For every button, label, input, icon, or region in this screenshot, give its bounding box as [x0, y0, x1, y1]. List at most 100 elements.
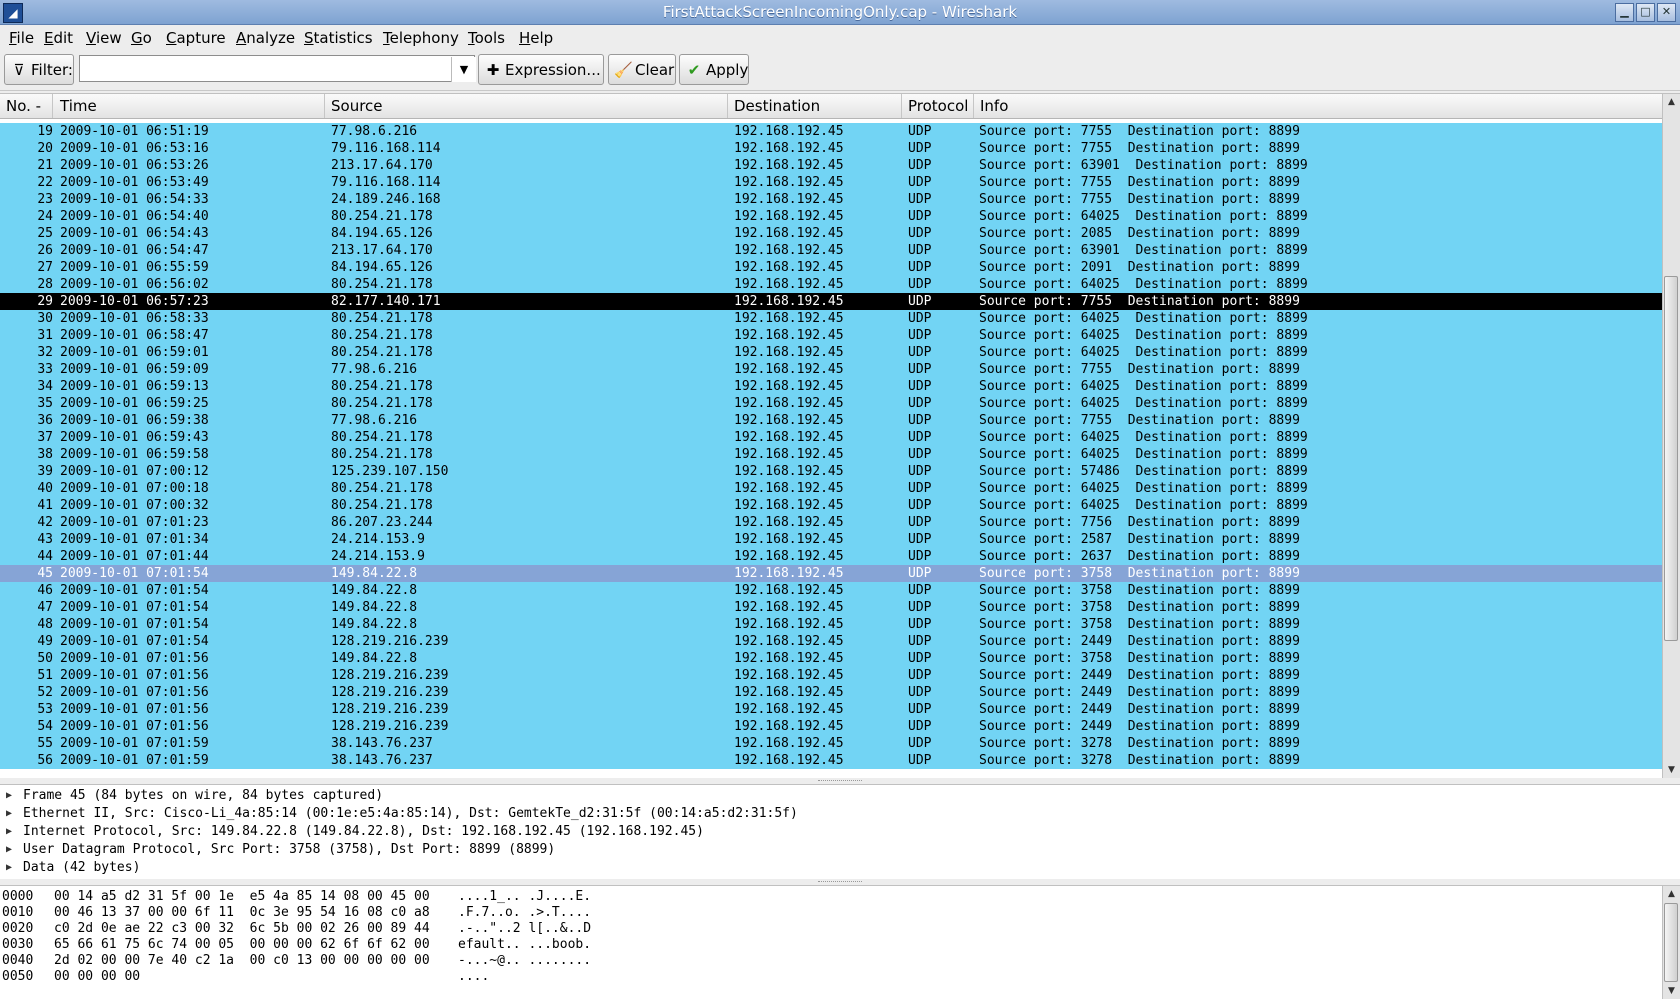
broom-icon: 🧹 — [614, 61, 633, 79]
packet-time: 2009-10-01 06:58:47 — [60, 328, 209, 343]
packet-row[interactable]: 45 2009-10-01 07:01:54 149.84.22.8 192.168.… — [0, 565, 1662, 582]
packet-row[interactable]: 19 2009-10-01 06:51:19 77.98.6.216 192.168.… — [0, 123, 1662, 140]
scroll-down-icon[interactable]: ▼ — [1663, 983, 1680, 999]
expand-triangle-icon[interactable]: ▶ — [6, 859, 12, 877]
packet-row[interactable]: 42 2009-10-01 07:01:23 86.207.23.244 192.16… — [0, 514, 1662, 531]
packet-no: 23 — [37, 192, 53, 207]
menu-statistics[interactable]: Statistics — [304, 29, 373, 47]
packet-row[interactable]: 39 2009-10-01 07:00:12 125.239.107.150 192.… — [0, 463, 1662, 480]
maximize-icon[interactable]: □ — [1636, 3, 1655, 22]
packet-row[interactable]: 36 2009-10-01 06:59:38 77.98.6.216 192.168.… — [0, 412, 1662, 429]
packet-no: 25 — [37, 226, 53, 241]
scroll-down-icon[interactable]: ▼ — [1663, 762, 1680, 778]
menu-capture[interactable]: Capture — [166, 29, 226, 47]
menu-view[interactable]: View — [86, 29, 122, 47]
detail-tree-item[interactable]: ▶ User Datagram Protocol, Src Port: 3758 … — [0, 841, 1660, 859]
packet-no: 22 — [37, 175, 53, 190]
packet-row[interactable]: 48 2009-10-01 07:01:54 149.84.22.8 192.168.… — [0, 616, 1662, 633]
packet-row[interactable]: 24 2009-10-01 06:54:40 80.254.21.178 192.16… — [0, 208, 1662, 225]
packet-row[interactable]: 35 2009-10-01 06:59:25 80.254.21.178 192.16… — [0, 395, 1662, 412]
hex-row[interactable]: 0000 00 14 a5 d2 31 5f 00 1e e5 4a 85 14 … — [0, 889, 1660, 905]
packet-row[interactable]: 56 2009-10-01 07:01:59 38.143.76.237 192.16… — [0, 752, 1662, 769]
menu-help[interactable]: Help — [519, 29, 553, 47]
packet-row[interactable]: 52 2009-10-01 07:01:56 128.219.216.239 192.… — [0, 684, 1662, 701]
scroll-up-icon[interactable]: ▲ — [1663, 94, 1680, 110]
packet-row[interactable]: 28 2009-10-01 06:56:02 80.254.21.178 192.16… — [0, 276, 1662, 293]
packet-row[interactable]: 53 2009-10-01 07:01:56 128.219.216.239 192.… — [0, 701, 1662, 718]
scrollbar-thumb[interactable] — [1664, 903, 1678, 982]
hex-row[interactable]: 0040 2d 02 00 00 7e 40 c2 1a 00 c0 13 00 … — [0, 953, 1660, 969]
scroll-up-icon[interactable]: ▲ — [1663, 886, 1680, 902]
packet-row[interactable]: 30 2009-10-01 06:58:33 80.254.21.178 192.16… — [0, 310, 1662, 327]
menu-file[interactable]: File — [9, 29, 34, 47]
packet-row[interactable]: 38 2009-10-01 06:59:58 80.254.21.178 192.16… — [0, 446, 1662, 463]
filter-button[interactable]: ⊽ Filter: — [4, 54, 74, 85]
column-header-source[interactable]: Source — [325, 94, 728, 118]
column-header-protocol[interactable]: Protocol — [902, 94, 974, 118]
packet-row[interactable]: 31 2009-10-01 06:58:47 80.254.21.178 192.16… — [0, 327, 1662, 344]
menu-edit[interactable]: Edit — [44, 29, 73, 47]
packet-row[interactable]: 21 2009-10-01 06:53:26 213.17.64.170 192.16… — [0, 157, 1662, 174]
hex-row[interactable]: 0030 65 66 61 75 6c 74 00 05 00 00 00 62 … — [0, 937, 1660, 953]
packet-source: 80.254.21.178 — [331, 277, 433, 292]
expand-triangle-icon[interactable]: ▶ — [6, 841, 12, 859]
column-header-info[interactable]: Info — [974, 94, 1662, 118]
detail-tree-item[interactable]: ▶ Data (42 bytes) — [0, 859, 1660, 877]
packet-row[interactable]: 25 2009-10-01 06:54:43 84.194.65.126 192.16… — [0, 225, 1662, 242]
packet-row[interactable]: 22 2009-10-01 06:53:49 79.116.168.114 192.1… — [0, 174, 1662, 191]
packet-protocol: UDP — [908, 175, 932, 190]
packet-time: 2009-10-01 06:59:09 — [60, 362, 209, 377]
detail-tree-item[interactable]: ▶ Internet Protocol, Src: 149.84.22.8 (14… — [0, 823, 1660, 841]
packet-row[interactable]: 37 2009-10-01 06:59:43 80.254.21.178 192.16… — [0, 429, 1662, 446]
minimize-icon[interactable]: ▁ — [1615, 3, 1634, 22]
packet-row[interactable]: 20 2009-10-01 06:53:16 79.116.168.114 192.1… — [0, 140, 1662, 157]
packet-row[interactable]: 41 2009-10-01 07:00:32 80.254.21.178 192.16… — [0, 497, 1662, 514]
packet-row[interactable]: 29 2009-10-01 06:57:23 82.177.140.171 192.1… — [0, 293, 1662, 310]
hex-row[interactable]: 0020 c0 2d 0e ae 22 c3 00 32 6c 5b 00 02 … — [0, 921, 1660, 937]
close-icon[interactable]: ✕ — [1657, 3, 1676, 22]
packet-list-scrollbar[interactable]: ▲ ▼ — [1662, 94, 1680, 778]
menu-telephony[interactable]: Telephony — [383, 29, 459, 47]
hex-offset: 0000 — [2, 889, 34, 904]
clear-button[interactable]: 🧹 Clear — [608, 54, 676, 85]
packet-row[interactable]: 43 2009-10-01 07:01:34 24.214.153.9 192.168… — [0, 531, 1662, 548]
menu-tools[interactable]: Tools — [468, 29, 505, 47]
packet-row[interactable]: 51 2009-10-01 07:01:56 128.219.216.239 192.… — [0, 667, 1662, 684]
filter-input[interactable] — [79, 55, 475, 82]
packet-row[interactable]: 32 2009-10-01 06:59:01 80.254.21.178 192.16… — [0, 344, 1662, 361]
packet-no: 44 — [37, 549, 53, 564]
hex-row[interactable]: 0010 00 46 13 37 00 00 6f 11 0c 3e 95 54 … — [0, 905, 1660, 921]
packet-row[interactable]: 50 2009-10-01 07:01:56 149.84.22.8 192.168.… — [0, 650, 1662, 667]
packet-row[interactable]: 26 2009-10-01 06:54:47 213.17.64.170 192.16… — [0, 242, 1662, 259]
detail-tree-item[interactable]: ▶ Frame 45 (84 bytes on wire, 84 bytes ca… — [0, 787, 1660, 805]
expression-button[interactable]: ✚ Expression... — [478, 54, 604, 85]
packet-row[interactable]: 44 2009-10-01 07:01:44 24.214.153.9 192.168… — [0, 548, 1662, 565]
hex-row[interactable]: 0050 00 00 00 00.... — [0, 969, 1660, 985]
apply-button[interactable]: ✔ Apply — [679, 54, 749, 85]
expand-triangle-icon[interactable]: ▶ — [6, 823, 12, 841]
bytes-scrollbar[interactable]: ▲ ▼ — [1662, 886, 1680, 999]
packet-source: 149.84.22.8 — [331, 600, 418, 615]
packet-row[interactable]: 27 2009-10-01 06:55:59 84.194.65.126 192.16… — [0, 259, 1662, 276]
column-header-no[interactable]: No. - — [0, 94, 53, 118]
packet-row[interactable]: 55 2009-10-01 07:01:59 38.143.76.237 192.16… — [0, 735, 1662, 752]
packet-row[interactable]: 40 2009-10-01 07:00:18 80.254.21.178 192.16… — [0, 480, 1662, 497]
detail-tree-item[interactable]: ▶ Ethernet II, Src: Cisco-Li_4a:85:14 (00… — [0, 805, 1660, 823]
column-header-destination[interactable]: Destination — [728, 94, 902, 118]
chevron-down-icon[interactable]: ▼ — [451, 57, 476, 82]
menu-analyze[interactable]: Analyze — [236, 29, 295, 47]
menu-go[interactable]: Go — [131, 29, 152, 47]
packet-row[interactable]: 34 2009-10-01 06:59:13 80.254.21.178 192.16… — [0, 378, 1662, 395]
column-header-time[interactable]: Time — [54, 94, 325, 118]
hex-offset: 0010 — [2, 905, 34, 920]
packet-row[interactable]: 46 2009-10-01 07:01:54 149.84.22.8 192.168.… — [0, 582, 1662, 599]
packet-row[interactable]: 33 2009-10-01 06:59:09 77.98.6.216 192.168.… — [0, 361, 1662, 378]
expand-triangle-icon[interactable]: ▶ — [6, 787, 12, 805]
packet-row[interactable]: 23 2009-10-01 06:54:33 24.189.246.168 192.1… — [0, 191, 1662, 208]
packet-row[interactable]: 49 2009-10-01 07:01:54 128.219.216.239 192.… — [0, 633, 1662, 650]
scrollbar-thumb[interactable] — [1664, 276, 1678, 641]
expand-triangle-icon[interactable]: ▶ — [6, 805, 12, 823]
packet-row[interactable]: 54 2009-10-01 07:01:56 128.219.216.239 192.… — [0, 718, 1662, 735]
packet-row[interactable]: 47 2009-10-01 07:01:54 149.84.22.8 192.168.… — [0, 599, 1662, 616]
packet-time: 2009-10-01 07:01:23 — [60, 515, 209, 530]
